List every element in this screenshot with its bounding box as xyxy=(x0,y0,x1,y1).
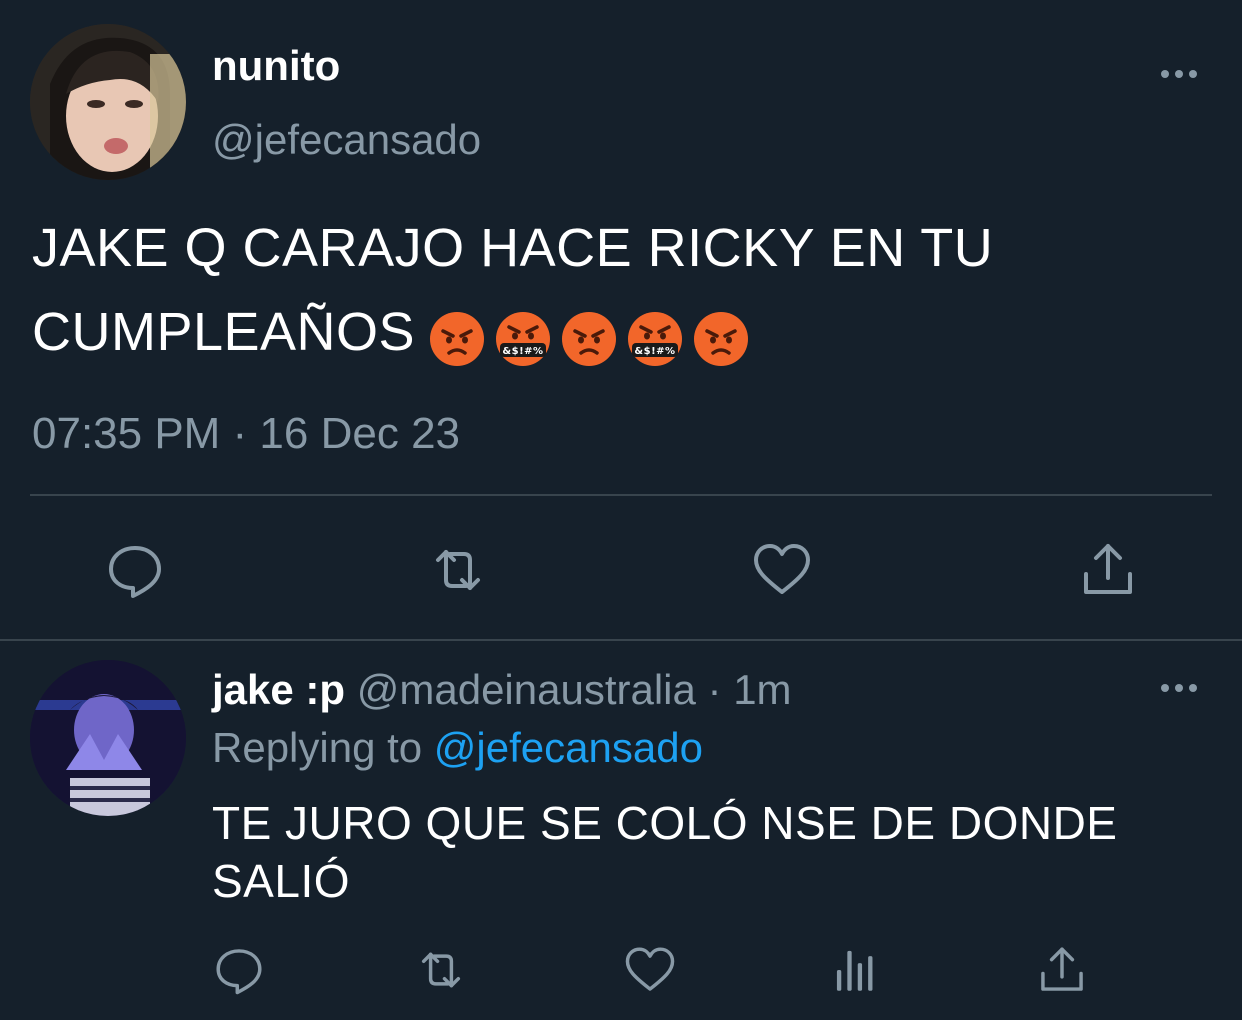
like-icon[interactable] xyxy=(752,540,812,600)
reply-retweet-icon[interactable] xyxy=(415,944,467,996)
reply-handle[interactable]: @madeinaustralia xyxy=(357,666,696,713)
replying-prefix: Replying to xyxy=(212,724,423,771)
replying-to: Replying to @jefecansado xyxy=(212,722,703,774)
meta-separator: · xyxy=(695,666,734,713)
tweet-text: JAKE Q CARAJO HACE RICKY EN TU CUMPLEAÑO… xyxy=(32,206,1212,378)
pouting-face-emoji xyxy=(694,312,749,367)
main-tweet: nunito @jefecansado JAKE Q CARAJO HACE R… xyxy=(0,0,1242,640)
share-icon[interactable] xyxy=(1078,540,1138,600)
reply-display-name[interactable]: jake :p xyxy=(212,666,345,713)
pouting-face-emoji xyxy=(430,312,485,367)
reply-text: TE JURO QUE SE COLÓ NSE DE DONDE SALIÓ xyxy=(212,797,1118,907)
emoji-group: &$!#% &$!#% xyxy=(429,294,759,378)
avatar-photo xyxy=(30,24,186,180)
reply-avatar-photo xyxy=(30,660,186,816)
reply-icon[interactable] xyxy=(105,540,165,600)
face-with-symbols-emoji: &$!#% xyxy=(628,312,683,367)
section-divider xyxy=(0,639,1242,641)
retweet-icon[interactable] xyxy=(428,540,488,600)
reply-analytics-icon[interactable] xyxy=(830,944,882,996)
face-with-symbols-emoji: &$!#% xyxy=(496,312,551,367)
svg-text:&$!#%: &$!#% xyxy=(503,346,544,357)
avatar[interactable] xyxy=(30,24,186,180)
reply-like-icon[interactable] xyxy=(624,944,676,996)
divider xyxy=(30,494,1212,496)
pouting-face-emoji xyxy=(562,312,617,367)
reply-time: 1m xyxy=(733,666,792,713)
user-handle[interactable]: @jefecansado xyxy=(212,114,481,166)
replying-to-handle-link[interactable]: @jefecansado xyxy=(434,724,703,771)
reply-share-icon[interactable] xyxy=(1036,944,1088,996)
display-name[interactable]: nunito xyxy=(212,40,340,92)
reply-more-options-icon[interactable] xyxy=(1159,678,1199,698)
reply-header: jake :p @madeinaustralia · 1m xyxy=(212,664,792,716)
tweet-detail-screen: nunito @jefecansado JAKE Q CARAJO HACE R… xyxy=(0,0,1242,1020)
reply-avatar[interactable] xyxy=(30,660,186,816)
reply-reply-icon[interactable] xyxy=(213,944,265,996)
more-options-icon[interactable] xyxy=(1159,64,1199,84)
tweet-timestamp[interactable]: 07:35 PM · 16 Dec 23 xyxy=(32,406,460,462)
svg-text:&$!#%: &$!#% xyxy=(635,346,676,357)
